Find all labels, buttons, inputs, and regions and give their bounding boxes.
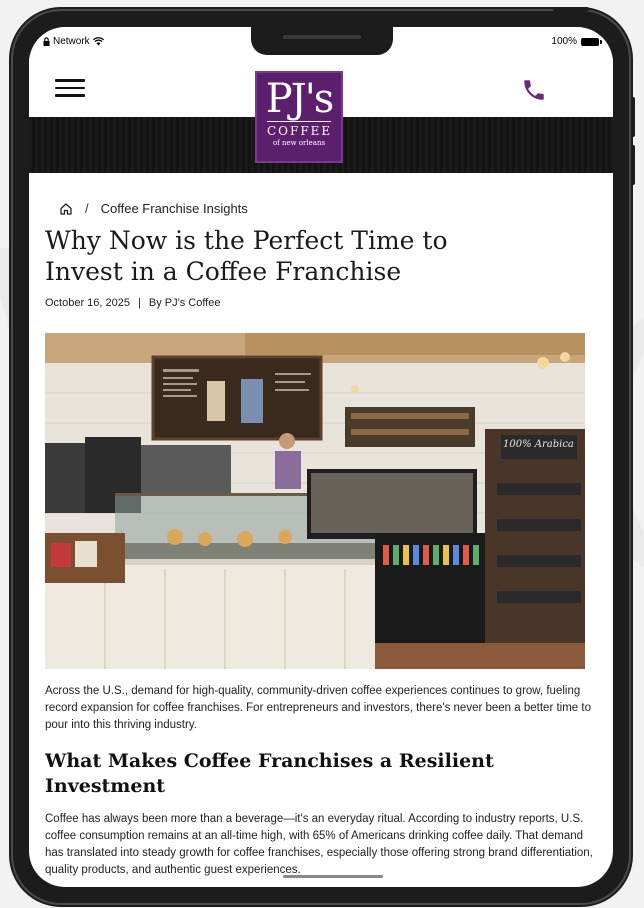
tablet-device-frame: Network 100% PJ's COFFEE of new orleans … [13,7,635,903]
battery-percentage: 100% [551,36,577,47]
hamburger-menu-icon[interactable] [55,79,85,97]
top-button [553,7,589,11]
phone-icon[interactable] [521,77,547,103]
volume-down-button [631,145,635,185]
device-screen: Network 100% PJ's COFFEE of new orleans … [29,27,613,887]
speaker-grille [283,35,361,39]
arabica-sign: 100% Arabica [503,439,574,450]
logo-tagline: of new orleans [272,139,326,147]
network-label: Network [53,36,90,47]
section-heading: What Makes Coffee Franchises a Resilient… [45,750,494,797]
article-title: Why Now is the Perfect Time to Invest in… [45,226,448,286]
status-left: Network [43,36,104,47]
pjs-coffee-logo[interactable]: PJ's COFFEE of new orleans [255,71,343,163]
coffee-shop-interior-image [45,333,585,669]
meta-divider: | [138,297,141,309]
status-right: 100% [551,36,602,47]
home-indicator[interactable] [283,875,383,878]
section-body: Coffee has always been more than a bever… [45,813,593,876]
article-meta: October 16, 2025 | By PJ's Coffee [45,297,220,309]
volume-up-button [631,97,635,137]
article-author: By PJ's Coffee [148,297,221,309]
home-icon[interactable] [59,202,73,216]
breadcrumb: / Coffee Franchise Insights [59,201,248,216]
logo-coffee-text: COFFEE [267,121,331,138]
logo-wordmark: PJ's [265,76,334,122]
lock-icon [43,37,50,46]
page-background: W C Network [0,0,644,908]
article-intro: Across the U.S., demand for high-quality… [45,685,591,731]
article-date: October 16, 2025 [45,297,131,309]
camera-notch [251,27,393,55]
breadcrumb-current[interactable]: Coffee Franchise Insights [101,201,248,216]
wifi-icon [92,37,104,46]
hero-image: 100% Arabica [45,333,585,669]
breadcrumb-separator: / [85,201,89,216]
battery-icon [581,37,602,46]
